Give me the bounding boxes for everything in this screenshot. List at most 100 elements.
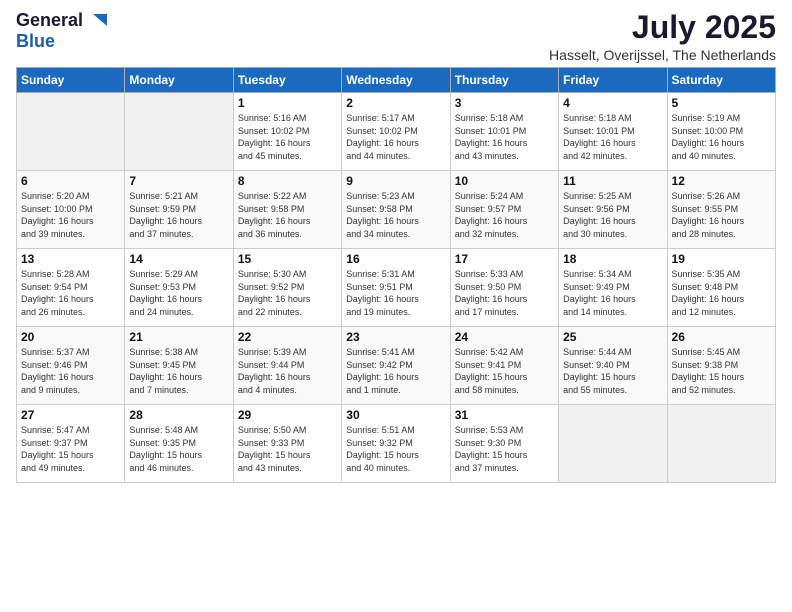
day-number: 7 — [129, 174, 228, 188]
col-header-thursday: Thursday — [450, 68, 558, 93]
day-number: 19 — [672, 252, 771, 266]
calendar-cell: 23Sunrise: 5:41 AM Sunset: 9:42 PM Dayli… — [342, 327, 450, 405]
day-info: Sunrise: 5:33 AM Sunset: 9:50 PM Dayligh… — [455, 268, 554, 318]
day-number: 20 — [21, 330, 120, 344]
day-number: 17 — [455, 252, 554, 266]
calendar-cell: 13 Sunrise: 5:28 AM Sunset: 9:54 PM Dayli… — [17, 249, 125, 327]
week-row-3: 20 Sunrise: 5:37 AM Sunset: 9:46 PM Dayli… — [17, 327, 776, 405]
day-info: Sunrise: 5:45 AM Sunset: 9:38 PM Dayligh… — [672, 346, 771, 396]
day-info: Sunrise: 5:38 AM Sunset: 9:45 PM Dayligh… — [129, 346, 228, 396]
day-info: Sunrise: 5:53 AM Sunset: 9:30 PM Dayligh… — [455, 424, 554, 474]
day-info: Sunrise: 5:20 AM Sunset: 10:00 PM Daylig… — [21, 190, 120, 240]
day-info: Sunrise: 5:18 AM Sunset: 10:01 PM Daylig… — [455, 112, 554, 162]
day-number: 11 — [563, 174, 662, 188]
day-number: 9 — [346, 174, 445, 188]
day-info: Sunrise: 5:37 AM Sunset: 9:46 PM Dayligh… — [21, 346, 120, 396]
day-info: Sunrise: 5:42 AM Sunset: 9:41 PM Dayligh… — [455, 346, 554, 396]
day-info: Sunrise: 5:31 AM Sunset: 9:51 PM Dayligh… — [346, 268, 445, 318]
header: General Blue July 2025 Hasselt, Overijss… — [16, 10, 776, 63]
day-info: Sunrise: 5:26 AM Sunset: 9:55 PM Dayligh… — [672, 190, 771, 240]
day-info: Sunrise: 5:30 AM Sunset: 9:52 PM Dayligh… — [238, 268, 337, 318]
calendar-cell: 14 Sunrise: 5:29 AM Sunset: 9:53 PM Dayli… — [125, 249, 233, 327]
calendar-cell: 6 Sunrise: 5:20 AM Sunset: 10:00 PM Dayli… — [17, 171, 125, 249]
calendar-cell: 11Sunrise: 5:25 AM Sunset: 9:56 PM Dayli… — [559, 171, 667, 249]
day-info: Sunrise: 5:19 AM Sunset: 10:00 PM Daylig… — [672, 112, 771, 162]
calendar-cell: 1Sunrise: 5:16 AM Sunset: 10:02 PM Dayli… — [233, 93, 341, 171]
calendar-cell: 27Sunrise: 5:47 AM Sunset: 9:37 PM Dayli… — [17, 405, 125, 483]
day-info: Sunrise: 5:39 AM Sunset: 9:44 PM Dayligh… — [238, 346, 337, 396]
day-number: 18 — [563, 252, 662, 266]
day-info: Sunrise: 5:18 AM Sunset: 10:01 PM Daylig… — [563, 112, 662, 162]
week-row-4: 27Sunrise: 5:47 AM Sunset: 9:37 PM Dayli… — [17, 405, 776, 483]
header-row: SundayMondayTuesdayWednesdayThursdayFrid… — [17, 68, 776, 93]
col-header-friday: Friday — [559, 68, 667, 93]
calendar-cell — [125, 93, 233, 171]
day-info: Sunrise: 5:44 AM Sunset: 9:40 PM Dayligh… — [563, 346, 662, 396]
calendar-cell: 5Sunrise: 5:19 AM Sunset: 10:00 PM Dayli… — [667, 93, 775, 171]
day-number: 21 — [129, 330, 228, 344]
calendar-cell: 24 Sunrise: 5:42 AM Sunset: 9:41 PM Dayli… — [450, 327, 558, 405]
calendar-cell: 7 Sunrise: 5:21 AM Sunset: 9:59 PM Daylig… — [125, 171, 233, 249]
day-info: Sunrise: 5:23 AM Sunset: 9:58 PM Dayligh… — [346, 190, 445, 240]
logo-icon — [85, 10, 107, 32]
logo-general-text: General — [16, 11, 83, 31]
day-info: Sunrise: 5:41 AM Sunset: 9:42 PM Dayligh… — [346, 346, 445, 396]
calendar-cell: 26 Sunrise: 5:45 AM Sunset: 9:38 PM Dayli… — [667, 327, 775, 405]
col-header-sunday: Sunday — [17, 68, 125, 93]
day-number: 10 — [455, 174, 554, 188]
calendar-cell: 8 Sunrise: 5:22 AM Sunset: 9:58 PM Daylig… — [233, 171, 341, 249]
day-number: 26 — [672, 330, 771, 344]
day-number: 8 — [238, 174, 337, 188]
day-number: 12 — [672, 174, 771, 188]
calendar-cell: 9 Sunrise: 5:23 AM Sunset: 9:58 PM Daylig… — [342, 171, 450, 249]
calendar-cell — [667, 405, 775, 483]
day-info: Sunrise: 5:48 AM Sunset: 9:35 PM Dayligh… — [129, 424, 228, 474]
day-number: 31 — [455, 408, 554, 422]
col-header-tuesday: Tuesday — [233, 68, 341, 93]
day-number: 28 — [129, 408, 228, 422]
day-number: 30 — [346, 408, 445, 422]
day-number: 29 — [238, 408, 337, 422]
calendar-cell: 2Sunrise: 5:17 AM Sunset: 10:02 PM Dayli… — [342, 93, 450, 171]
calendar-cell: 20 Sunrise: 5:37 AM Sunset: 9:46 PM Dayli… — [17, 327, 125, 405]
day-info: Sunrise: 5:21 AM Sunset: 9:59 PM Dayligh… — [129, 190, 228, 240]
calendar-cell — [17, 93, 125, 171]
day-info: Sunrise: 5:24 AM Sunset: 9:57 PM Dayligh… — [455, 190, 554, 240]
day-number: 27 — [21, 408, 120, 422]
title-block: July 2025 Hasselt, Overijssel, The Nethe… — [549, 10, 776, 63]
logo: General Blue — [16, 10, 107, 52]
day-info: Sunrise: 5:51 AM Sunset: 9:32 PM Dayligh… — [346, 424, 445, 474]
subtitle: Hasselt, Overijssel, The Netherlands — [549, 47, 776, 63]
calendar-cell: 22 Sunrise: 5:39 AM Sunset: 9:44 PM Dayli… — [233, 327, 341, 405]
calendar-cell: 28 Sunrise: 5:48 AM Sunset: 9:35 PM Dayli… — [125, 405, 233, 483]
week-row-0: 1Sunrise: 5:16 AM Sunset: 10:02 PM Dayli… — [17, 93, 776, 171]
calendar-cell: 31 Sunrise: 5:53 AM Sunset: 9:30 PM Dayli… — [450, 405, 558, 483]
page: General Blue July 2025 Hasselt, Overijss… — [0, 0, 792, 493]
calendar-cell: 10 Sunrise: 5:24 AM Sunset: 9:57 PM Dayli… — [450, 171, 558, 249]
calendar-cell — [559, 405, 667, 483]
calendar-cell: 17 Sunrise: 5:33 AM Sunset: 9:50 PM Dayli… — [450, 249, 558, 327]
day-number: 15 — [238, 252, 337, 266]
calendar-cell: 25 Sunrise: 5:44 AM Sunset: 9:40 PM Dayli… — [559, 327, 667, 405]
col-header-wednesday: Wednesday — [342, 68, 450, 93]
calendar-cell: 15 Sunrise: 5:30 AM Sunset: 9:52 PM Dayli… — [233, 249, 341, 327]
calendar-cell: 21 Sunrise: 5:38 AM Sunset: 9:45 PM Dayli… — [125, 327, 233, 405]
day-number: 13 — [21, 252, 120, 266]
day-number: 14 — [129, 252, 228, 266]
day-number: 24 — [455, 330, 554, 344]
calendar-cell: 19Sunrise: 5:35 AM Sunset: 9:48 PM Dayli… — [667, 249, 775, 327]
calendar: SundayMondayTuesdayWednesdayThursdayFrid… — [16, 67, 776, 483]
col-header-monday: Monday — [125, 68, 233, 93]
week-row-1: 6 Sunrise: 5:20 AM Sunset: 10:00 PM Dayli… — [17, 171, 776, 249]
day-number: 22 — [238, 330, 337, 344]
day-info: Sunrise: 5:50 AM Sunset: 9:33 PM Dayligh… — [238, 424, 337, 474]
day-number: 6 — [21, 174, 120, 188]
day-info: Sunrise: 5:29 AM Sunset: 9:53 PM Dayligh… — [129, 268, 228, 318]
month-title: July 2025 — [549, 10, 776, 45]
calendar-cell: 18Sunrise: 5:34 AM Sunset: 9:49 PM Dayli… — [559, 249, 667, 327]
day-info: Sunrise: 5:16 AM Sunset: 10:02 PM Daylig… — [238, 112, 337, 162]
day-info: Sunrise: 5:22 AM Sunset: 9:58 PM Dayligh… — [238, 190, 337, 240]
calendar-cell: 12 Sunrise: 5:26 AM Sunset: 9:55 PM Dayli… — [667, 171, 775, 249]
day-number: 25 — [563, 330, 662, 344]
day-info: Sunrise: 5:28 AM Sunset: 9:54 PM Dayligh… — [21, 268, 120, 318]
